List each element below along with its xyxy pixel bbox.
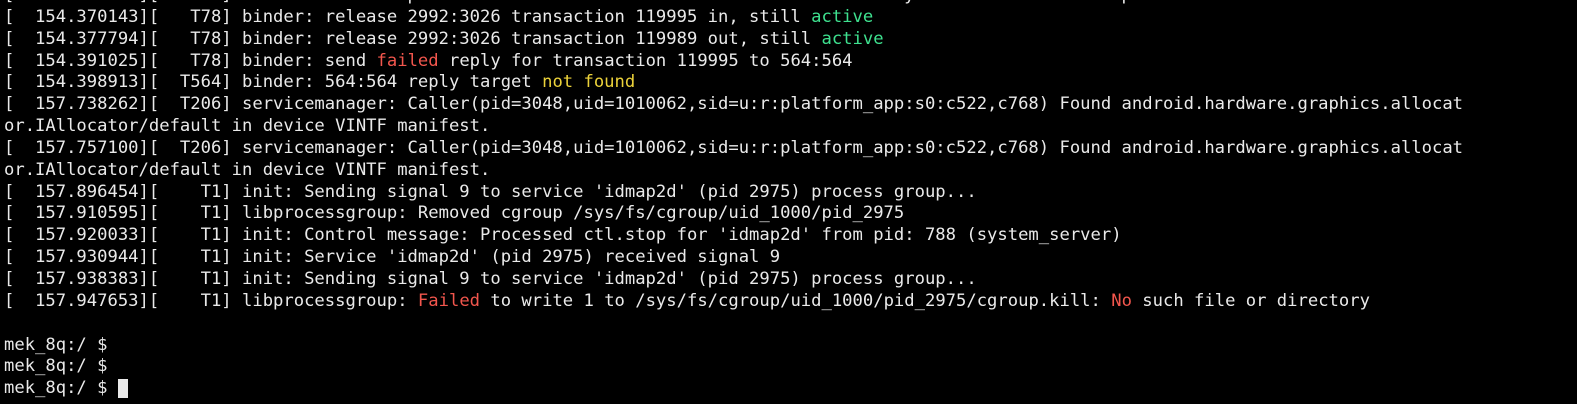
terminal-window[interactable]: [ 154.338585][ T1] init: Untracked pid 3… [0,0,1577,404]
terminal-line: [ 157.738262][ T206] servicemanager: Cal… [0,94,1577,116]
terminal-text: [ 154.391025][ T78] binder: send [4,50,377,71]
terminal-text: mek_8q:/ $ [4,356,108,377]
terminal-line: [ 154.391025][ T78] binder: send failed … [0,51,1577,73]
terminal-line: [ 157.920033][ T1] init: Control message… [0,225,1577,247]
terminal-text: [ 157.910595][ T1] libprocessgroup: Remo… [4,203,905,224]
terminal-line: [ 157.910595][ T1] libprocessgroup: Remo… [0,203,1577,225]
terminal-text: reply for transaction 119995 to 564:564 [438,50,853,71]
terminal-line: [ 157.938383][ T1] init: Sending signal … [0,269,1577,291]
terminal-line: [ 154.370143][ T78] binder: release 2992… [0,7,1577,29]
terminal-text: [ 157.738262][ T206] servicemanager: Cal… [4,94,1464,115]
terminal-line: [ 154.377794][ T78] binder: release 2992… [0,29,1577,51]
terminal-text: [ 157.938383][ T1] init: Sending signal … [4,268,977,289]
highlighted-text-red: Failed [417,290,481,311]
highlighted-text-red: No [1111,290,1132,311]
terminal-line: mek_8q:/ $ [0,356,1577,378]
terminal-cursor [117,378,128,398]
terminal-text: [ 154.370143][ T78] binder: release 2992… [4,6,812,27]
terminal-text: [ 154.338585][ T1] init: Untracked pid 3… [4,0,1153,5]
terminal-text: to write 1 to /sys/fs/cgroup/uid_1000/pi… [480,290,1112,311]
terminal-text: such file or directory [1131,290,1370,311]
terminal-line: or.IAllocator/default in device VINTF ma… [0,116,1577,138]
terminal-text: [ 157.920033][ T1] init: Control message… [4,225,1122,246]
terminal-text: [ 157.930944][ T1] init: Service 'idmap2… [4,247,781,268]
terminal-line: [ 157.947653][ T1] libprocessgroup: Fail… [0,291,1577,313]
terminal-text: mek_8q:/ $ [4,334,108,355]
terminal-text: [ 157.757100][ T206] servicemanager: Cal… [4,137,1464,158]
terminal-line: mek_8q:/ $ [0,335,1577,357]
highlighted-text-green: active [811,6,874,27]
terminal-line: [ 157.757100][ T206] servicemanager: Cal… [0,138,1577,160]
terminal-text: [ 157.896454][ T1] init: Sending signal … [4,181,977,202]
highlighted-text-red: failed [376,50,439,71]
terminal-text: or.IAllocator/default in device VINTF ma… [4,159,491,180]
terminal-line: [ 154.338585][ T1] init: Untracked pid 3… [0,0,1577,7]
terminal-line: mek_8q:/ $ [0,378,1577,400]
highlighted-text-yellow: not found [542,72,636,93]
terminal-line: [ 157.930944][ T1] init: Service 'idmap2… [0,247,1577,269]
terminal-text: [ 157.947653][ T1] libprocessgroup: [4,290,418,311]
terminal-text: [ 154.398913][ T564] binder: 564:564 rep… [4,72,543,93]
terminal-line: [ 157.896454][ T1] init: Sending signal … [0,182,1577,204]
terminal-text: mek_8q:/ $ [4,378,118,399]
terminal-line: or.IAllocator/default in device VINTF ma… [0,160,1577,182]
terminal-text: [ 154.377794][ T78] binder: release 2992… [4,28,822,49]
highlighted-text-green: active [821,28,884,49]
terminal-line: [ 154.398913][ T564] binder: 564:564 rep… [0,72,1577,94]
terminal-text: or.IAllocator/default in device VINTF ma… [4,116,491,137]
